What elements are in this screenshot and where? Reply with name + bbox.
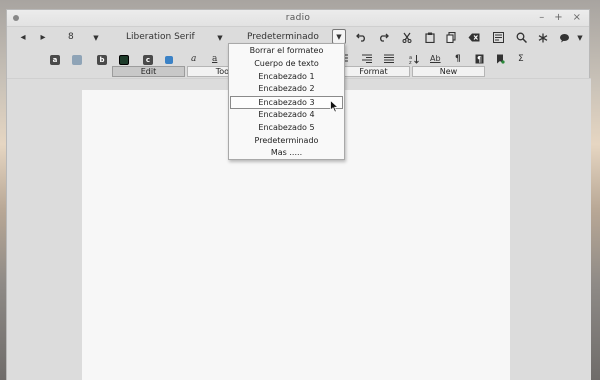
font-name-dropdown-icon[interactable]: ▼ [213,30,227,45]
menu-item-heading-5[interactable]: Encabezado 5 [229,122,344,135]
align-left-icon[interactable] [345,54,348,66]
copy-icon[interactable] [444,29,458,46]
highlight-color-icon[interactable] [72,55,82,65]
svg-text:z: z [409,60,412,64]
tab-edit[interactable]: Edit [112,66,185,77]
window-title: radio [285,13,311,23]
cut-icon[interactable] [400,29,414,46]
svg-text:¶: ¶ [477,55,482,64]
mouse-cursor-icon [330,100,339,113]
prev-icon[interactable]: ◂ [17,29,29,46]
menu-item-body-text[interactable]: Cuerpo de texto [229,58,344,71]
justify-icon[interactable] [384,54,394,66]
maximize-button[interactable]: + [554,12,562,23]
search-icon[interactable] [514,29,528,46]
title-bar: radio – + × [7,10,589,27]
font-size-value[interactable]: 8 [68,32,74,42]
font-name-value[interactable]: Liberation Serif [126,32,195,42]
chat-icon[interactable] [557,29,571,46]
spelling-icon[interactable]: Ab [430,54,441,63]
style-swatch-a-icon[interactable]: a [50,55,60,65]
paragraph-style-menu: Borrar el formateo Cuerpo de texto Encab… [228,43,345,160]
text-color-icon[interactable] [119,55,129,65]
style-swatch-c-icon[interactable]: c [143,55,153,65]
paste-icon[interactable] [423,29,437,46]
background-color-icon[interactable] [165,56,173,64]
sigma-icon[interactable]: Σ [518,54,524,64]
undo-icon[interactable] [354,29,368,46]
menu-item-clear-formatting[interactable]: Borrar el formateo [229,45,344,58]
paragraph-style-dropdown-icon[interactable]: ▼ [332,29,346,44]
minimize-button[interactable]: – [539,12,544,23]
align-right-icon[interactable] [362,54,372,66]
tab-format[interactable]: Format [337,66,410,77]
tab-new[interactable]: New [412,66,485,77]
more-dropdown-icon[interactable]: ▼ [573,30,587,45]
clear-icon[interactable] [467,29,481,46]
style-swatch-b-icon[interactable]: b [97,55,107,65]
window-controls: – + × [539,12,581,23]
close-button[interactable]: × [573,12,581,23]
redo-icon[interactable] [376,29,390,46]
next-icon[interactable]: ▸ [37,29,49,46]
menu-item-heading-2[interactable]: Encabezado 2 [229,83,344,96]
menu-item-more[interactable]: Mas ..... [229,147,344,160]
italic-icon[interactable]: a [191,54,196,64]
menu-item-heading-1[interactable]: Encabezado 1 [229,71,344,84]
pilcrow-icon[interactable]: ¶ [455,54,461,64]
spellcheck-icon[interactable] [491,29,505,46]
menu-item-heading-4[interactable]: Encabezado 4 [229,109,344,122]
asterisk-icon[interactable] [536,29,550,46]
underline-icon[interactable]: a [212,54,217,64]
menu-item-default[interactable]: Predeterminado [229,135,344,148]
menu-item-heading-3[interactable]: Encabezado 3 [230,96,343,109]
font-size-dropdown-icon[interactable]: ▼ [89,30,103,45]
paragraph-style-value[interactable]: Predeterminado [247,32,319,42]
